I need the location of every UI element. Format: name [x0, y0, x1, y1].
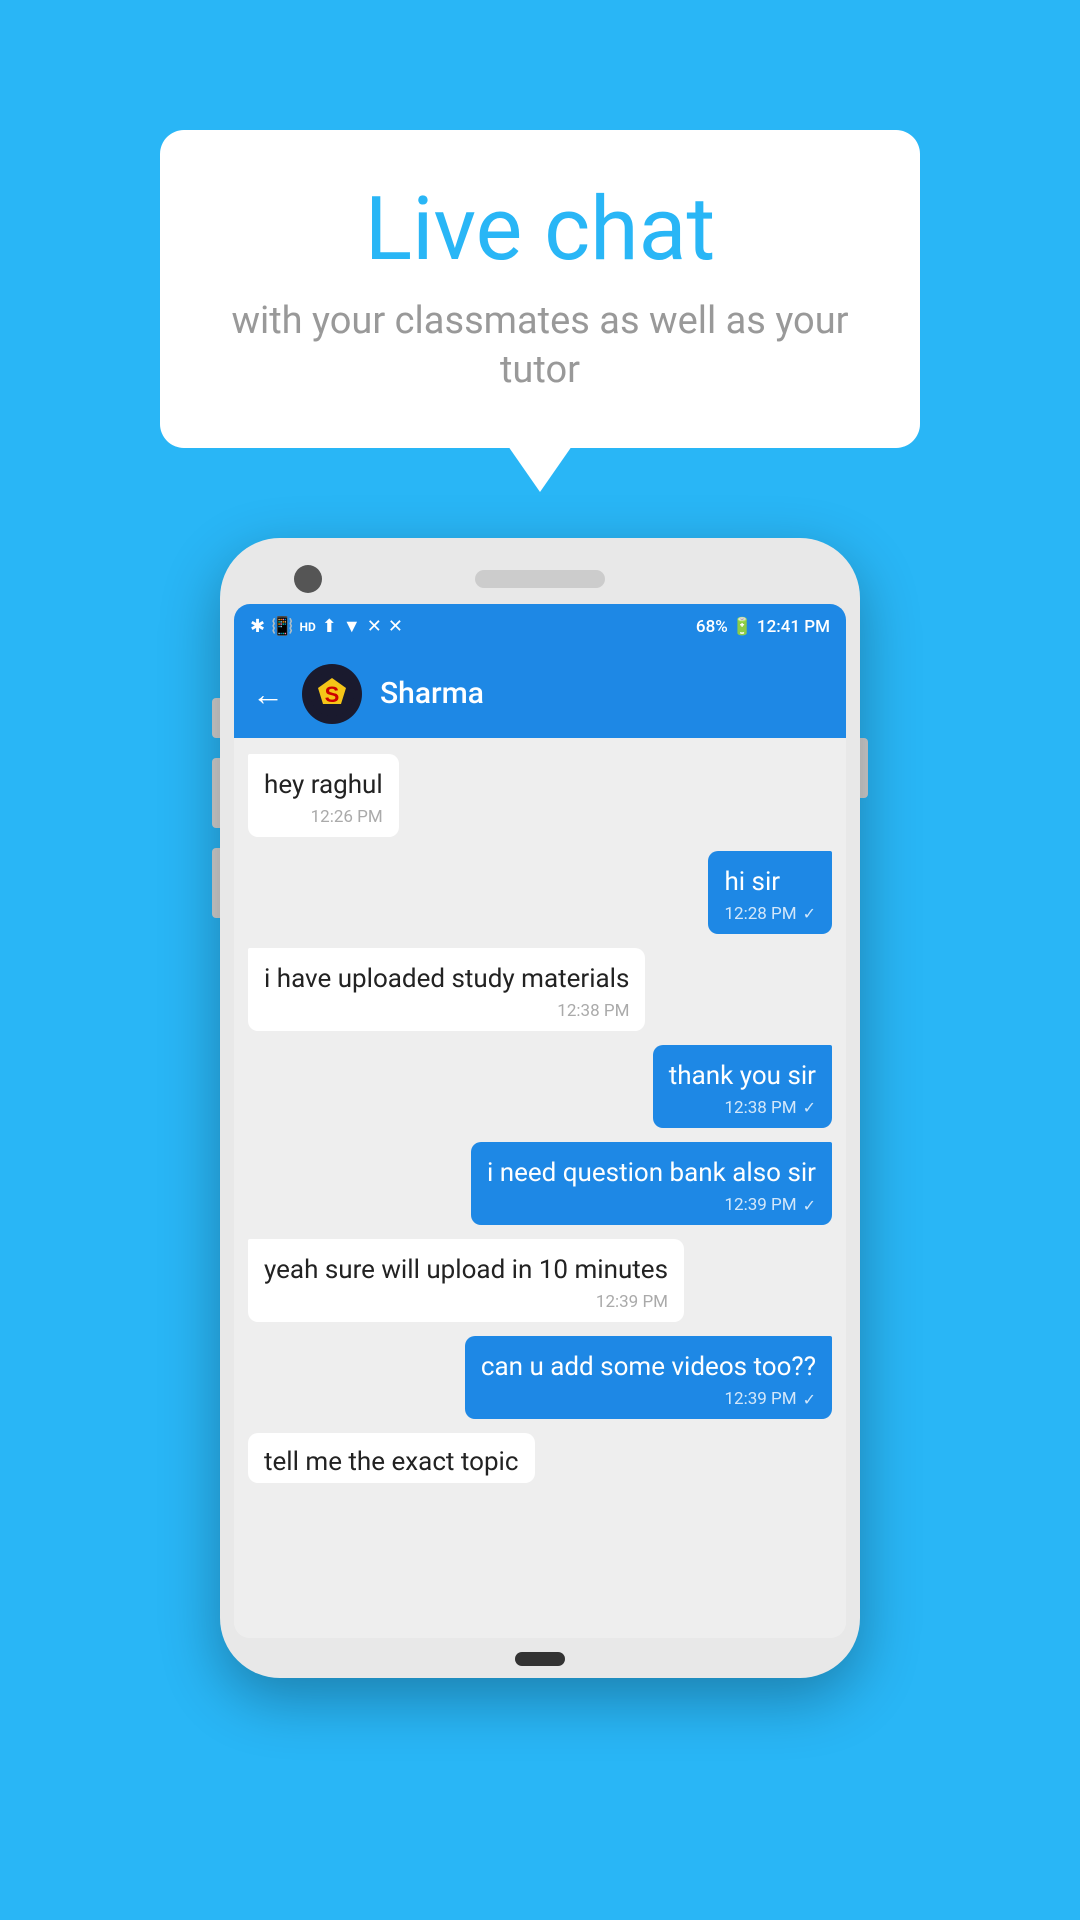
speech-bubble: Live chat with your classmates as well a… [160, 130, 920, 448]
message-meta: 12:28 PM ✓ [724, 904, 816, 924]
message-meta: 12:39 PM ✓ [487, 1195, 816, 1215]
message-tick-icon: ✓ [803, 1196, 816, 1215]
bluetooth-icon: ✱ [250, 616, 265, 637]
message-bubble-5: i need question bank also sir 12:39 PM ✓ [471, 1142, 832, 1225]
message-time: 12:28 PM [724, 904, 796, 924]
sync-icon: ⬆ [322, 616, 337, 637]
message-meta: 12:39 PM [264, 1292, 668, 1312]
chat-header: ← S Sharma [234, 650, 846, 738]
contact-name: Sharma [380, 676, 484, 711]
avatar: S [302, 664, 362, 724]
status-bar: ✱ 📳 HD ⬆ ▼ ✕ ✕ 68% 🔋 12:41 PM [234, 604, 846, 650]
phone-volume-down-button [212, 848, 220, 918]
phone-frame: ✱ 📳 HD ⬆ ▼ ✕ ✕ 68% 🔋 12:41 PM ← [220, 538, 860, 1678]
message-bubble-2: hi sir 12:28 PM ✓ [708, 851, 832, 934]
message-text: hi sir [724, 865, 816, 900]
phone-top-bar [234, 560, 846, 604]
signal-icon: ✕ [367, 616, 382, 637]
message-time: 12:39 PM [724, 1195, 796, 1215]
phone-home-button[interactable] [515, 1652, 565, 1666]
phone-camera [294, 565, 322, 593]
message-text: can u add some videos too?? [481, 1350, 816, 1385]
message-tick-icon: ✓ [803, 904, 816, 923]
message-text: i need question bank also sir [487, 1156, 816, 1191]
status-bar-right: 68% 🔋 12:41 PM [696, 617, 830, 637]
back-button[interactable]: ← [252, 675, 284, 713]
status-bar-left: ✱ 📳 HD ⬆ ▼ ✕ ✕ [250, 616, 403, 637]
message-time: 12:26 PM [311, 807, 383, 827]
message-row-7: can u add some videos too?? 12:39 PM ✓ [248, 1336, 832, 1419]
message-time: 12:38 PM [724, 1098, 796, 1118]
battery-icon: 🔋 [732, 617, 753, 637]
phone-side-button [212, 698, 220, 738]
message-meta: 12:39 PM ✓ [481, 1389, 816, 1409]
message-bubble-3: i have uploaded study materials 12:38 PM [248, 948, 645, 1031]
message-tick-icon: ✓ [803, 1098, 816, 1117]
message-time: 12:39 PM [724, 1389, 796, 1409]
message-text: hey raghul [264, 768, 383, 803]
message-text: thank you sir [669, 1059, 816, 1094]
phone-screen: ✱ 📳 HD ⬆ ▼ ✕ ✕ 68% 🔋 12:41 PM ← [234, 604, 846, 1638]
message-meta: 12:26 PM [264, 807, 383, 827]
message-row-6: yeah sure will upload in 10 minutes 12:39… [248, 1239, 832, 1322]
message-bubble-4: thank you sir 12:38 PM ✓ [653, 1045, 832, 1128]
message-time: 12:39 PM [596, 1292, 668, 1312]
phone-volume-up-button [212, 758, 220, 828]
battery-percent: 68% [696, 617, 728, 637]
message-row-8: tell me the exact topic [248, 1433, 832, 1483]
message-meta: 12:38 PM ✓ [669, 1098, 816, 1118]
message-bubble-6: yeah sure will upload in 10 minutes 12:39… [248, 1239, 684, 1322]
live-chat-title: Live chat [230, 182, 850, 279]
superman-logo-icon: S [310, 672, 354, 716]
message-text: yeah sure will upload in 10 minutes [264, 1253, 668, 1288]
message-bubble-1: hey raghul 12:26 PM [248, 754, 399, 837]
phone-speaker [475, 570, 605, 588]
wifi-icon: ▼ [343, 616, 361, 637]
message-meta: 12:38 PM [264, 1001, 629, 1021]
message-row-5: i need question bank also sir 12:39 PM ✓ [248, 1142, 832, 1225]
svg-text:S: S [325, 682, 340, 707]
message-time: 12:38 PM [557, 1001, 629, 1021]
signal2-icon: ✕ [388, 616, 403, 637]
message-row-4: thank you sir 12:38 PM ✓ [248, 1045, 832, 1128]
message-text: i have uploaded study materials [264, 962, 629, 997]
partial-message: tell me the exact topic [248, 1433, 535, 1483]
message-bubble-7: can u add some videos too?? 12:39 PM ✓ [465, 1336, 832, 1419]
chat-area[interactable]: hey raghul 12:26 PM hi sir 12:28 PM ✓ i have … [234, 738, 846, 1638]
message-tick-icon: ✓ [803, 1390, 816, 1409]
vibrate-icon: 📳 [271, 616, 293, 637]
hd-icon: HD [300, 620, 316, 634]
live-chat-subtitle: with your classmates as well as your tut… [230, 297, 850, 396]
message-row-3: i have uploaded study materials 12:38 PM [248, 948, 832, 1031]
message-row-1: hey raghul 12:26 PM [248, 754, 832, 837]
phone-mockup: ✱ 📳 HD ⬆ ▼ ✕ ✕ 68% 🔋 12:41 PM ← [220, 538, 860, 1678]
clock: 12:41 PM [757, 617, 830, 637]
phone-power-button [860, 738, 868, 798]
message-row-2: hi sir 12:28 PM ✓ [248, 851, 832, 934]
